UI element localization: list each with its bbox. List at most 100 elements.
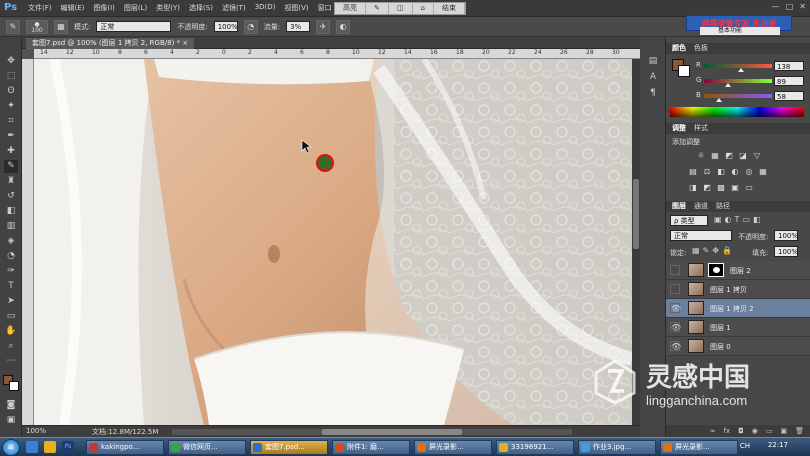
recorder-eraser-button[interactable]: ◫	[389, 3, 413, 14]
clone-stamp-tool-icon[interactable]: ♜	[4, 175, 18, 188]
red-value-input[interactable]: 138	[774, 61, 804, 71]
color-balance-icon[interactable]: ⚖	[702, 167, 712, 177]
tab-channels[interactable]: 通道	[694, 201, 708, 212]
history-panel-icon[interactable]: ▤	[646, 55, 660, 68]
eyedropper-tool-icon[interactable]: ✒	[4, 130, 18, 143]
ie-pinned-icon[interactable]	[26, 441, 38, 453]
size-pressure-icon[interactable]: ◐	[336, 19, 351, 34]
menu-type[interactable]: 类型(Y)	[156, 3, 180, 13]
recorder-home-button[interactable]: ⌂	[413, 3, 434, 14]
fill-input[interactable]: 100%	[774, 246, 798, 257]
menu-filter[interactable]: 滤镜(T)	[222, 3, 246, 13]
history-brush-tool-icon[interactable]: ↺	[4, 190, 18, 203]
selective-color-icon[interactable]: ▣	[730, 183, 740, 193]
menu-select[interactable]: 选择(S)	[189, 3, 213, 13]
layer-mask-thumbnail[interactable]	[708, 263, 724, 277]
blur-tool-icon[interactable]: ◈	[4, 235, 18, 248]
recorder-highlight-button[interactable]: 高亮	[335, 3, 366, 14]
opacity-input[interactable]: 100%	[213, 21, 238, 32]
taskbar-button[interactable]: kakingpo...	[86, 440, 164, 455]
green-value-input[interactable]: 89	[774, 76, 804, 86]
tab-paths[interactable]: 路径	[716, 201, 730, 212]
photoshop-pinned-icon[interactable]: Ps	[62, 441, 74, 453]
taskbar-button[interactable]: 屏光录影...	[660, 440, 738, 455]
quick-select-tool-icon[interactable]: ✦	[4, 100, 18, 113]
dodge-tool-icon[interactable]: ◔	[4, 250, 18, 263]
layer-visibility-eye-icon[interactable]: 👁	[670, 341, 681, 351]
black-white-icon[interactable]: ◧	[716, 167, 726, 177]
explorer-pinned-icon[interactable]	[44, 441, 56, 453]
menu-layer[interactable]: 图层(L)	[124, 3, 147, 13]
levels-icon[interactable]: ▦	[710, 151, 720, 161]
workspace-select[interactable]: 基本功能	[700, 27, 780, 35]
marquee-tool-icon[interactable]: ⬚	[4, 70, 18, 83]
menu-view[interactable]: 视图(V)	[284, 3, 308, 13]
tab-swatches[interactable]: 色板	[694, 43, 708, 54]
hand-tool-icon[interactable]: ✋	[4, 325, 18, 338]
pen-tool-icon[interactable]: ✑	[4, 265, 18, 278]
layer-opacity-input[interactable]: 100%	[774, 230, 798, 241]
taskbar-button[interactable]: 屏光录影...	[414, 440, 492, 455]
delete-layer-icon[interactable]: 🗑	[795, 425, 804, 437]
new-adjustment-icon[interactable]: ◉	[752, 425, 758, 437]
background-color-swatch[interactable]	[9, 381, 19, 391]
layer-row[interactable]: 图层 2	[666, 261, 810, 280]
menu-image[interactable]: 图像(I)	[93, 3, 115, 13]
brush-panel-toggle-icon[interactable]: ▦	[54, 19, 68, 34]
layer-filter-icons[interactable]: ▣◐T▭◧	[714, 215, 764, 224]
layer-visibility-eye-icon[interactable]: 👁	[670, 303, 681, 313]
vibrance-icon[interactable]: ▽	[752, 151, 762, 161]
green-slider[interactable]	[704, 79, 772, 87]
document-tab[interactable]: 套图7.psd @ 100% (图层 1 拷贝 2, RGB/8) * ×	[26, 38, 195, 49]
new-layer-icon[interactable]: ▣	[780, 425, 787, 437]
healing-brush-tool-icon[interactable]: ✚	[4, 145, 18, 158]
color-lookup-icon[interactable]: ▦	[758, 167, 768, 177]
brightness-contrast-icon[interactable]: ☼	[696, 151, 706, 161]
link-layers-icon[interactable]: ∞	[710, 425, 716, 437]
layer-row[interactable]: 👁 图层 1 拷贝 2	[666, 299, 810, 318]
new-group-icon[interactable]: ▭	[766, 425, 773, 437]
exposure-icon[interactable]: ◪	[738, 151, 748, 161]
blue-value-input[interactable]: 58	[774, 91, 804, 101]
path-select-tool-icon[interactable]: ➤	[4, 295, 18, 308]
close-button[interactable]: ✕	[799, 2, 806, 11]
character-panel-icon[interactable]: A	[646, 71, 660, 84]
tab-styles[interactable]: 样式	[694, 123, 708, 134]
minimize-button[interactable]: —	[772, 2, 780, 11]
flow-input[interactable]: 3%	[286, 21, 311, 32]
menu-edit[interactable]: 编辑(E)	[61, 3, 85, 13]
blue-slider[interactable]	[704, 94, 772, 102]
input-language-indicator[interactable]: CH	[740, 442, 750, 450]
tab-adjustments[interactable]: 调整	[672, 123, 686, 134]
layer-visibility-eye-icon[interactable]	[670, 265, 680, 275]
layer-visibility-eye-icon[interactable]	[670, 284, 680, 294]
system-clock[interactable]: 22:17	[768, 441, 788, 449]
tab-color[interactable]: 颜色	[672, 43, 686, 54]
curves-icon[interactable]: ◩	[724, 151, 734, 161]
layer-row[interactable]: 👁 图层 0	[666, 337, 810, 356]
posterize-icon[interactable]: ◩	[702, 183, 712, 193]
quick-mask-icon[interactable]: ◙	[4, 399, 18, 412]
vertical-scroll-thumb[interactable]	[633, 179, 639, 249]
brush-size-picker[interactable]: ● 100	[26, 19, 48, 34]
opacity-pressure-icon[interactable]: ◔	[243, 19, 258, 34]
green-slider-handle[interactable]	[724, 83, 731, 87]
gradient-tool-icon[interactable]: ▥	[4, 220, 18, 233]
recorder-pen-button[interactable]: ✎	[366, 3, 389, 14]
mode-select[interactable]: 正常	[96, 21, 172, 32]
color-spectrum-ramp[interactable]	[670, 107, 804, 117]
tab-layers[interactable]: 图层	[672, 201, 686, 212]
recorder-end-button[interactable]: 结束	[434, 3, 465, 14]
menu-file[interactable]: 文件(F)	[28, 3, 52, 13]
canvas-horizontal-scrollbar[interactable]	[172, 429, 572, 435]
shape-tool-icon[interactable]: ▭	[4, 310, 18, 323]
eraser-tool-icon[interactable]: ◧	[4, 205, 18, 218]
layer-row[interactable]: 图层 1 拷贝	[666, 280, 810, 299]
airbrush-icon[interactable]: ✈	[316, 19, 331, 34]
start-button[interactable]: ⊞	[2, 439, 20, 456]
brush-tool-preset-icon[interactable]: ✎	[6, 19, 20, 34]
zoom-tool-icon[interactable]: ⌕	[4, 340, 18, 353]
paragraph-panel-icon[interactable]: ¶	[646, 87, 660, 100]
zoom-level[interactable]: 100%	[26, 427, 46, 435]
menu-3d[interactable]: 3D(D)	[255, 3, 276, 13]
